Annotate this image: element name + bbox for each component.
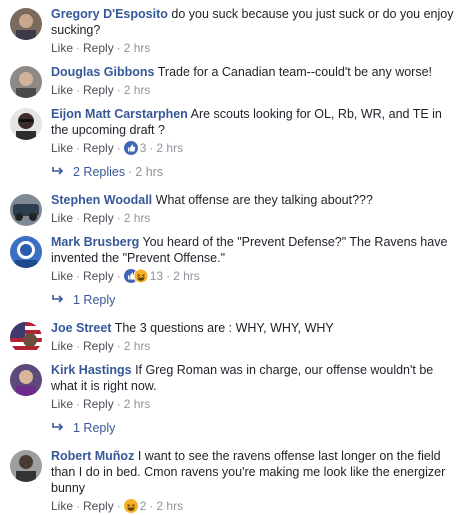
comment-time[interactable]: 2 hrs [156,499,183,513]
comment-author[interactable]: Eijon Matt Carstarphen [51,107,188,121]
comment-actions: Like · Reply · 2 hrs [51,397,151,411]
comment-time[interactable]: 2 hrs [173,269,200,283]
reaction-count[interactable]: 13 [148,269,163,283]
comment-body: Kirk Hastings If Greg Roman was in charg… [51,362,456,394]
comment-body: Mark Brusberg You heard of the "Prevent … [51,234,456,266]
comment-author[interactable]: Joe Street [51,321,111,335]
reply-link[interactable]: Reply [83,499,114,513]
comment-author[interactable]: Kirk Hastings [51,363,132,377]
reactions[interactable] [123,499,138,515]
reply-arrow-icon [51,164,73,180]
like-link[interactable]: Like [51,83,73,97]
reply-link[interactable]: Reply [83,211,114,225]
comment-body: Stephen Woodall What offense are they ta… [51,192,456,208]
comment-time[interactable]: 2 hrs [124,211,151,225]
comment-text: What offense are they talking about??? [155,193,373,207]
comment-body: Douglas Gibbons Trade for a Canadian tea… [51,64,456,80]
comment-text: The 3 questions are : WHY, WHY, WHY [114,321,334,335]
reactions[interactable] [123,268,149,287]
comment-author[interactable]: Douglas Gibbons [51,65,154,79]
comment-time[interactable]: 2 hrs [156,141,183,155]
like-link[interactable]: Like [51,499,73,513]
comment-actions: Like · Reply · 2 hrs [51,339,151,353]
comment-author[interactable]: Gregory D'Esposito [51,7,168,21]
avatar[interactable] [10,322,42,354]
like-link[interactable]: Like [51,397,73,411]
like-link[interactable]: Like [51,211,73,225]
avatar[interactable] [10,66,42,98]
view-replies-link[interactable]: 1 Reply [51,292,115,308]
reply-link[interactable]: Reply [83,41,114,55]
like-link[interactable]: Like [51,141,73,155]
reply-arrow-icon [51,420,73,436]
comment-text: Trade for a Canadian team--could't be an… [157,65,433,79]
view-replies-link[interactable]: 2 Replies · 2 hrs [51,164,163,180]
reply-link[interactable]: Reply [83,141,114,155]
comment-time[interactable]: 2 hrs [124,41,151,55]
comment-body: Joe Street The 3 questions are : WHY, WH… [51,320,456,336]
comment-time[interactable]: 2 hrs [124,83,151,97]
avatar[interactable] [10,108,42,140]
reply-link[interactable]: Reply [83,83,114,97]
comment-actions: Like · Reply · 2 hrs [51,211,151,225]
comment-actions: Like · Reply · 2 · 2 hrs [51,498,183,515]
haha-reaction-icon [133,268,149,284]
like-link[interactable]: Like [51,41,73,55]
reply-arrow-icon [51,292,73,308]
comment-body: Eijon Matt Carstarphen Are scouts lookin… [51,106,456,138]
comment-actions: Like · Reply · 3 · 2 hrs [51,140,183,159]
reply-link[interactable]: Reply [83,397,114,411]
comment-actions: Like · Reply · 2 hrs [51,83,151,97]
reply-link[interactable]: Reply [83,339,114,353]
avatar[interactable] [10,236,42,268]
avatar[interactable] [10,364,42,396]
haha-reaction-icon [123,499,138,513]
avatar[interactable] [10,450,42,482]
comment-author[interactable]: Mark Brusberg [51,235,139,249]
view-replies-link[interactable]: 1 Reply [51,420,115,436]
replies-time: 2 hrs [135,165,164,179]
avatar[interactable] [10,194,42,226]
comment-body: Robert Muñoz I want to see the ravens of… [51,448,456,496]
comment-actions: Like · Reply · 2 hrs [51,41,151,55]
replies-count[interactable]: 1 Reply [73,421,115,435]
like-reaction-icon [123,141,138,155]
avatar[interactable] [10,8,42,40]
like-link[interactable]: Like [51,339,73,353]
replies-count[interactable]: 2 Replies [73,165,125,179]
comment-actions: Like · Reply · 13 · 2 hrs [51,268,200,287]
reply-link[interactable]: Reply [83,269,114,283]
reactions[interactable] [123,141,138,159]
comment-body: Gregory D'Esposito do you suck because y… [51,6,456,38]
replies-count[interactable]: 1 Reply [73,293,115,307]
comment-author[interactable]: Robert Muñoz [51,449,134,463]
like-link[interactable]: Like [51,269,73,283]
comment-author[interactable]: Stephen Woodall [51,193,152,207]
comment-time[interactable]: 2 hrs [124,339,151,353]
comment-time[interactable]: 2 hrs [124,397,151,411]
